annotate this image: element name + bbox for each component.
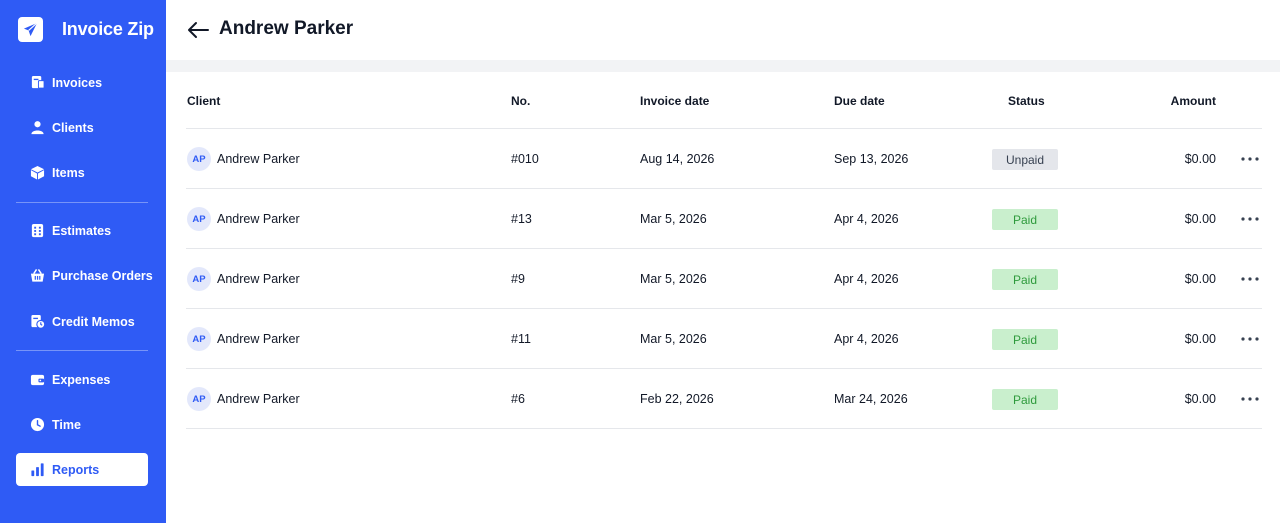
sidebar-item-label: Clients xyxy=(52,120,94,135)
invoice-number: #9 xyxy=(511,272,525,286)
avatar: AP xyxy=(187,147,211,171)
sidebar-item-label: Time xyxy=(52,417,81,432)
page-title: Andrew Parker xyxy=(219,18,354,39)
status-badge: Paid xyxy=(992,389,1058,410)
table-row[interactable]: AP Andrew Parker #9 Mar 5, 2026 Apr 4, 2… xyxy=(186,249,1262,309)
brand[interactable]: Invoice Zip xyxy=(18,17,154,42)
more-horizontal-icon[interactable] xyxy=(1238,327,1262,351)
sidebar-item-invoices[interactable]: Invoices xyxy=(16,66,148,99)
arrow-left-icon xyxy=(188,22,209,38)
sidebar-item-label: Credit Memos xyxy=(52,314,135,329)
sidebar-item-label: Reports xyxy=(52,462,100,477)
avatar: AP xyxy=(187,327,211,351)
sidebar-item-label: Purchase Orders xyxy=(52,268,153,283)
client-name: Andrew Parker xyxy=(217,152,300,166)
sidebar-item-clients[interactable]: Clients xyxy=(16,111,148,144)
avatar: AP xyxy=(187,207,211,231)
bar-chart-icon xyxy=(30,462,45,477)
sidebar-item-reports[interactable]: Reports xyxy=(16,453,148,486)
box-icon xyxy=(30,165,45,180)
client-name: Andrew Parker xyxy=(217,212,300,226)
status-badge: Paid xyxy=(992,269,1058,290)
basket-icon xyxy=(30,268,45,283)
status-badge: Unpaid xyxy=(992,149,1058,170)
paper-plane-icon xyxy=(18,17,43,42)
status-badge: Paid xyxy=(992,329,1058,350)
client-name: Andrew Parker xyxy=(217,332,300,346)
client-name: Andrew Parker xyxy=(217,272,300,286)
sidebar-item-label: Items xyxy=(52,165,85,180)
sidebar-item-label: Expenses xyxy=(52,372,111,387)
table-row[interactable]: AP Andrew Parker #13 Mar 5, 2026 Apr 4, … xyxy=(186,189,1262,249)
invoice-date: Mar 5, 2026 xyxy=(640,212,707,226)
sidebar-divider xyxy=(16,202,148,203)
invoice-number: #010 xyxy=(511,152,539,166)
due-date: Sep 13, 2026 xyxy=(834,152,909,166)
sidebar-item-credit-memos[interactable]: Credit Memos xyxy=(16,305,148,338)
amount: $0.00 xyxy=(1184,272,1216,286)
due-date: Apr 4, 2026 xyxy=(834,272,899,286)
invoice-date: Aug 14, 2026 xyxy=(640,152,715,166)
due-date: Apr 4, 2026 xyxy=(834,332,899,346)
calculator-icon xyxy=(30,223,45,238)
page-header: Andrew Parker xyxy=(166,0,1280,60)
table-header: Client No. Invoice date Status Due date … xyxy=(186,72,1262,129)
more-horizontal-icon[interactable] xyxy=(1238,267,1262,291)
header-separator-band xyxy=(166,60,1280,72)
amount: $0.00 xyxy=(1184,152,1216,166)
avatar: AP xyxy=(187,267,211,291)
sidebar-item-purchase-orders[interactable]: Purchase Orders xyxy=(16,259,153,292)
client-name: Andrew Parker xyxy=(217,392,300,406)
column-header-no[interactable]: No. xyxy=(511,94,530,108)
sidebar-item-estimates[interactable]: Estimates xyxy=(16,214,148,247)
column-header-invoice-date[interactable]: Invoice date xyxy=(640,94,709,108)
invoice-icon xyxy=(30,75,45,90)
amount: $0.00 xyxy=(1184,392,1216,406)
more-horizontal-icon[interactable] xyxy=(1238,207,1262,231)
more-horizontal-icon[interactable] xyxy=(1238,387,1262,411)
invoice-number: #13 xyxy=(511,212,532,226)
invoice-date: Mar 5, 2026 xyxy=(640,272,707,286)
back-button[interactable] xyxy=(186,18,210,42)
due-date: Apr 4, 2026 xyxy=(834,212,899,226)
user-icon xyxy=(30,120,45,135)
credit-memo-icon xyxy=(30,314,45,329)
sidebar: Invoice Zip Invoices Clients Items Estim… xyxy=(0,0,166,523)
invoice-date: Feb 22, 2026 xyxy=(640,392,714,406)
wallet-icon xyxy=(30,372,45,387)
table-row[interactable]: AP Andrew Parker #010 Aug 14, 2026 Sep 1… xyxy=(186,129,1262,189)
sidebar-divider xyxy=(16,350,148,351)
status-badge: Paid xyxy=(992,209,1058,230)
amount: $0.00 xyxy=(1184,212,1216,226)
column-header-status[interactable]: Status xyxy=(1008,94,1045,108)
table-row[interactable]: AP Andrew Parker #11 Mar 5, 2026 Apr 4, … xyxy=(186,309,1262,369)
sidebar-item-label: Invoices xyxy=(52,75,103,90)
table-row[interactable]: AP Andrew Parker #6 Feb 22, 2026 Mar 24,… xyxy=(186,369,1262,429)
column-header-due-date[interactable]: Due date xyxy=(834,94,885,108)
column-header-client[interactable]: Client xyxy=(187,94,220,108)
invoice-number: #11 xyxy=(511,332,531,346)
invoice-date: Mar 5, 2026 xyxy=(640,332,707,346)
sidebar-item-label: Estimates xyxy=(52,223,112,238)
more-horizontal-icon[interactable] xyxy=(1238,147,1262,171)
sidebar-item-items[interactable]: Items xyxy=(16,156,148,189)
sidebar-item-time[interactable]: Time xyxy=(16,408,148,441)
app-name: Invoice Zip xyxy=(62,19,154,39)
sidebar-item-expenses[interactable]: Expenses xyxy=(16,363,148,396)
invoices-table: Client No. Invoice date Status Due date … xyxy=(186,72,1262,429)
due-date: Mar 24, 2026 xyxy=(834,392,908,406)
column-header-amount[interactable]: Amount xyxy=(1171,94,1216,108)
invoice-number: #6 xyxy=(511,392,525,406)
clock-icon xyxy=(30,417,45,432)
amount: $0.00 xyxy=(1184,332,1216,346)
avatar: AP xyxy=(187,387,211,411)
